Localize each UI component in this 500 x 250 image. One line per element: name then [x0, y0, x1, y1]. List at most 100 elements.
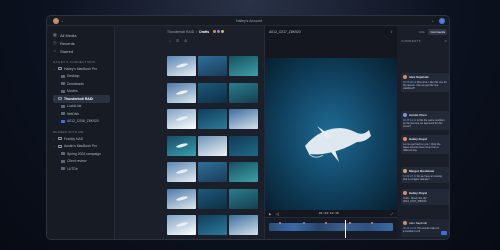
tab-info[interactable]: Info	[417, 29, 426, 35]
media-thumbnail[interactable]	[229, 109, 258, 129]
tree-item[interactable]: › Frankly NAS	[53, 135, 114, 143]
tree-item[interactable]: Spring 2024 campaign	[53, 150, 114, 158]
sidebar-item-starred[interactable]: ☆ Starred	[53, 47, 114, 55]
chevron-icon[interactable]: ⌄	[53, 144, 56, 148]
media-thumbnail[interactable]	[229, 162, 258, 182]
avatar	[220, 29, 226, 34]
tree-item[interactable]: ⌄ Thunderbolt RAID	[53, 95, 110, 103]
media-thumbnail[interactable]	[229, 188, 258, 209]
list-icon[interactable]: ☰	[176, 39, 179, 43]
media-thumbnail[interactable]	[198, 162, 227, 182]
comment-text: Let me get back to you. I think the late…	[403, 142, 441, 152]
avatar	[403, 221, 407, 225]
comment-marker[interactable]	[279, 222, 281, 224]
media-thumbnail[interactable]	[229, 56, 258, 76]
media-thumbnail[interactable]	[167, 135, 196, 156]
breadcrumb-separator: ›	[196, 29, 198, 34]
media-thumbnail[interactable]	[198, 82, 227, 103]
media-thumbnail[interactable]	[229, 215, 258, 235]
folder-icon	[61, 89, 65, 93]
tree-item-label: NetDisk	[67, 111, 79, 116]
connections-list: ⌄ Hailey's MacBook Pro Desktop Downloads Mov…	[53, 65, 114, 125]
tree-item[interactable]: ⌄ Hailey's MacBook Pro	[53, 65, 114, 73]
media-thumbnail[interactable]	[198, 56, 227, 76]
bell-icon[interactable]: ◔	[431, 19, 436, 24]
send-button[interactable]	[441, 231, 447, 235]
tree-item[interactable]: Downloads	[53, 80, 114, 88]
sidebar-item-all-media[interactable]: ▦ All Media	[53, 31, 114, 39]
tree-item-label: Movies	[67, 89, 78, 94]
media-thumbnail[interactable]	[167, 56, 196, 76]
tree-item[interactable]: A012_C006_Z8K920	[53, 118, 114, 126]
media-thumbnail[interactable]	[198, 188, 227, 209]
timeline[interactable]	[265, 217, 397, 239]
chevron-icon[interactable]: ⌄	[53, 97, 56, 101]
comment-card[interactable]: Austin Chen 00:25:14:11 Is this the same …	[401, 111, 449, 131]
tree-item-label: A012_C006_Z8K920	[67, 119, 99, 124]
tree-item[interactable]: Movies	[53, 88, 114, 96]
media-thumbnail[interactable]	[229, 82, 258, 103]
volume-icon[interactable]: ◁)	[275, 212, 279, 216]
folder-icon	[61, 152, 65, 156]
comment-composer[interactable]: Alex Sapinski 00:14:12:01 This would mak…	[401, 219, 449, 237]
tree-item[interactable]: LucidLink	[53, 103, 114, 111]
search-icon[interactable]: ⌕	[169, 39, 171, 43]
breadcrumb-current: Drafts	[199, 29, 210, 34]
tree-item-label: Hailey's MacBook Pro	[64, 66, 98, 71]
chevron-icon[interactable]: ⌄	[53, 67, 56, 71]
chevron-icon[interactable]: ›	[53, 137, 56, 141]
tree-item[interactable]: NetDisk	[53, 110, 114, 118]
tree-item-label: LUTDir	[67, 166, 78, 171]
timeline-track[interactable]	[269, 223, 393, 231]
playhead[interactable]	[345, 220, 346, 238]
avatar	[403, 113, 407, 117]
tree-item[interactable]: ⌄ Austin's MacBook Pro	[53, 143, 114, 151]
media-thumbnail[interactable]	[167, 215, 196, 235]
folder-icon	[61, 104, 65, 108]
tree-item-label: Austin's MacBook Pro	[64, 144, 98, 149]
share-icon[interactable]: ⇪	[390, 30, 393, 34]
media-thumbnail[interactable]	[229, 135, 258, 156]
folder-icon	[61, 112, 65, 116]
comment-card[interactable]: Hailey Royal Yeah - Check the clip A012_C…	[401, 189, 449, 205]
tree-item[interactable]: Desktop	[53, 73, 114, 81]
play-icon[interactable]: ▶	[269, 212, 271, 216]
laptop-icon	[58, 67, 62, 71]
comment-card[interactable]: Hailey Royal Let me get back to you. I th…	[401, 135, 449, 155]
breadcrumb-parent[interactable]: Thunderbolt RAID	[167, 30, 194, 34]
tree-item[interactable]: Client review	[53, 158, 114, 166]
fullscreen-icon[interactable]: ⤢	[390, 212, 393, 216]
whale-shape	[175, 115, 189, 122]
title-actions: ◔	[431, 18, 445, 24]
media-thumbnail[interactable]	[198, 135, 227, 156]
tree-item-label: Desktop	[67, 74, 80, 79]
account-switcher[interactable]: ⌄	[53, 18, 64, 24]
media-thumbnail[interactable]	[198, 109, 227, 129]
comment-card[interactable]: Margot Bredshaw 01:02:23:11 Do we have an…	[401, 167, 449, 183]
media-thumbnail[interactable]	[167, 109, 196, 129]
media-thumbnail[interactable]	[198, 215, 227, 235]
comment-body: Yeah - Check the clip A012_C017_Z8K920	[403, 197, 447, 203]
panel-tabs: Info Comments	[397, 26, 449, 37]
tree-item-label: Client review	[67, 159, 87, 164]
tree-item[interactable]: LUTDir	[53, 165, 114, 173]
tab-comments[interactable]: Comments	[428, 28, 447, 35]
comment-marker[interactable]	[371, 222, 373, 224]
avatar[interactable]	[53, 18, 59, 24]
user-avatar[interactable]	[439, 18, 445, 24]
collaborator-avatars[interactable]	[212, 29, 226, 34]
comment-marker[interactable]	[325, 222, 327, 224]
media-thumbnail[interactable]	[167, 188, 196, 209]
video-frame[interactable]	[265, 58, 397, 210]
tree-item-label: LucidLink	[67, 104, 82, 109]
media-thumbnail[interactable]	[167, 162, 196, 182]
comment-marker[interactable]	[349, 222, 351, 224]
comment-body: Let me get back to you. I think the late…	[403, 143, 447, 153]
comment-card[interactable]: Alex Sapinski 00:08:08:11 Nice shot, I li…	[401, 73, 449, 93]
sidebar-item-recents[interactable]: ◷ Recents	[53, 39, 114, 47]
media-thumbnail[interactable]	[167, 82, 196, 103]
filter-icon[interactable]: ≡	[445, 39, 447, 43]
filter-icon[interactable]: ⚙	[184, 39, 187, 43]
comment-marker[interactable]	[303, 222, 305, 224]
app-window: ⌄ Hailey's Account ◔ ▦ All Media ◷ Recen…	[46, 15, 450, 240]
